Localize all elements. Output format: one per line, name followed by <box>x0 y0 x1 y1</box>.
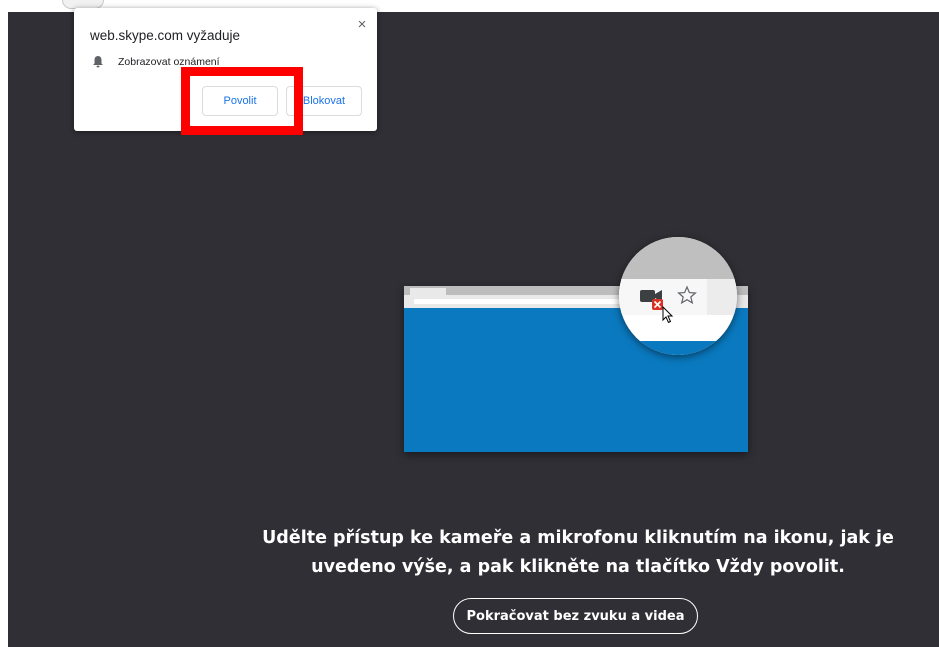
skype-web-page: Udělte přístup ke kameře a mikrofonu kli… <box>0 0 939 647</box>
illustration-tab <box>410 288 446 295</box>
prompt-origin-text: web.skype.com vyžaduje <box>90 28 241 43</box>
magnifier-callout <box>619 237 737 355</box>
bell-icon <box>92 55 104 73</box>
allow-button-highlight <box>181 67 303 135</box>
illustration-address-bar <box>414 299 626 304</box>
permission-instruction-text: Udělte přístup ke kameře a mikrofonu kli… <box>262 528 894 577</box>
magnifier-page-content <box>619 341 737 355</box>
close-icon[interactable]: × <box>352 15 372 35</box>
cursor-icon <box>662 305 674 329</box>
star-icon <box>677 285 697 310</box>
magnifier-tabstrip <box>619 237 737 279</box>
continue-without-audio-video-button[interactable]: Pokračovat bez zvuku a videa <box>453 598 698 634</box>
